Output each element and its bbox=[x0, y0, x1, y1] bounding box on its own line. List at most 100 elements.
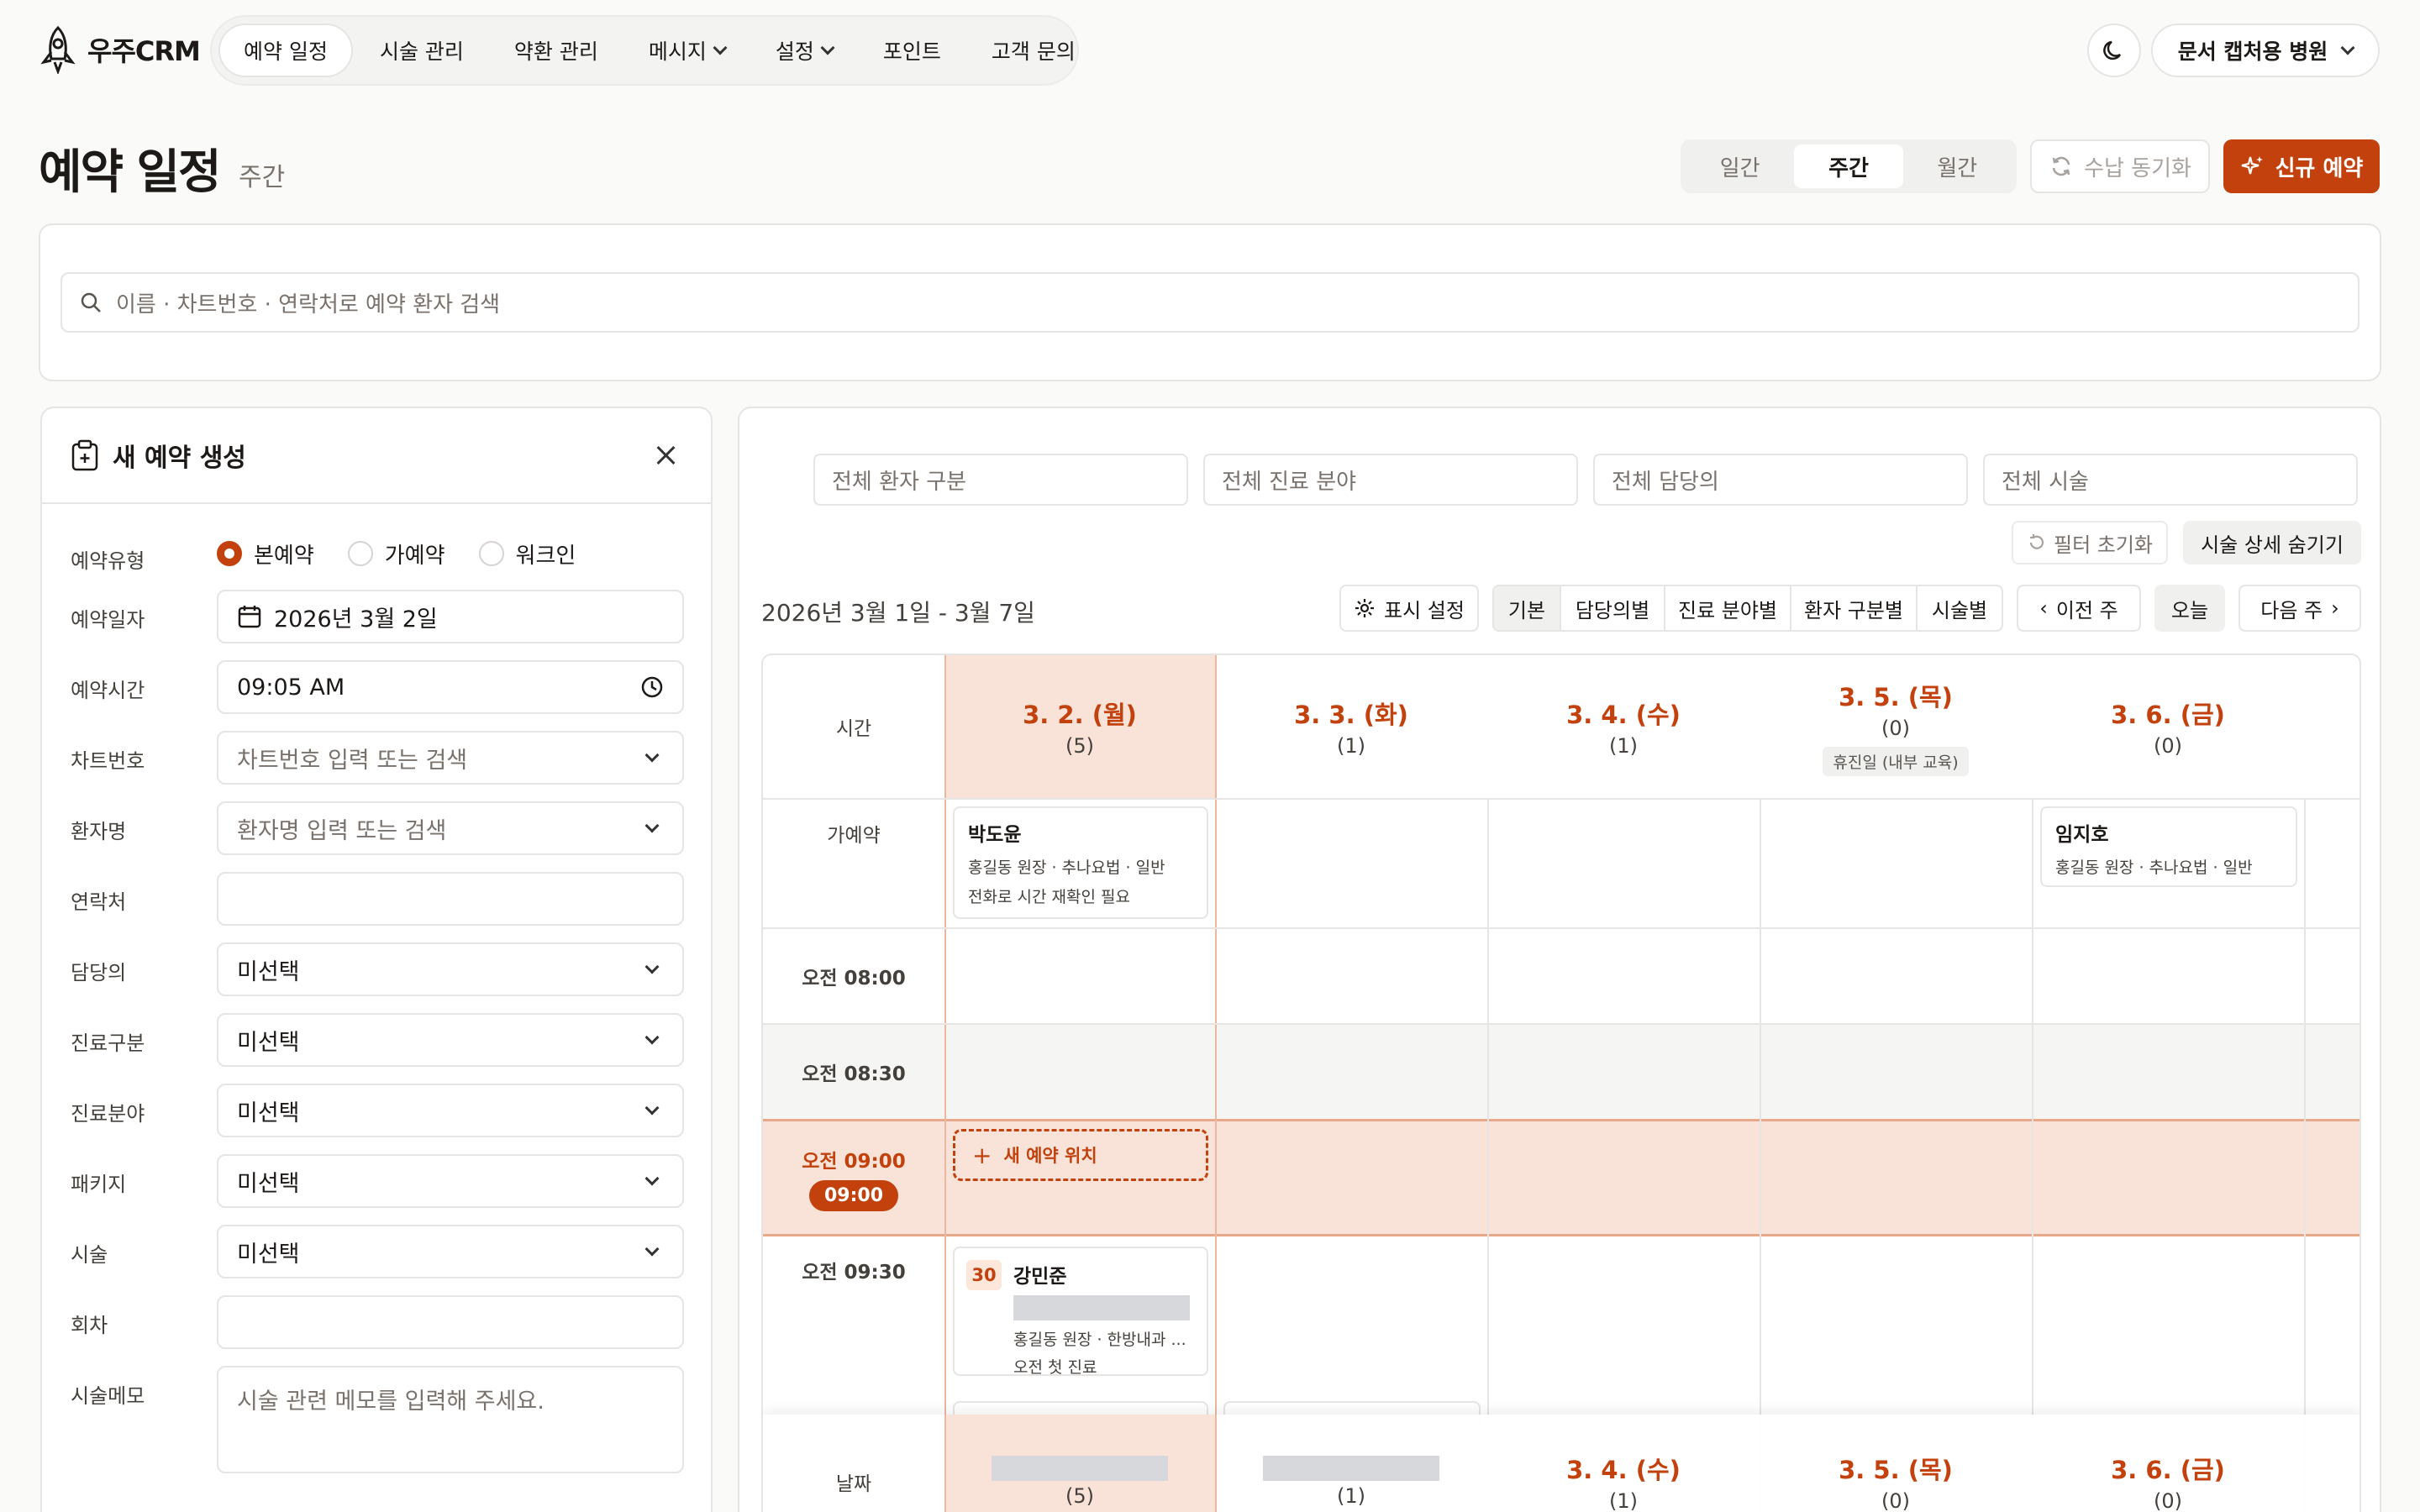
new-appointment-panel: 새 예약 생성 예약유형 본예약 가예약 워크인 예약일자 2026년 3월 2… bbox=[40, 407, 713, 1512]
footer-day-thu: 3. 5. (목) (0) bbox=[1839, 1456, 1953, 1512]
day-header-wed[interactable]: 3. 4. (수) (1) bbox=[1487, 655, 1760, 798]
radio-tentative[interactable]: 가예약 bbox=[347, 538, 445, 570]
procedure-label: 시술 bbox=[71, 1243, 108, 1267]
procedure-select[interactable]: 미선택 bbox=[217, 1225, 684, 1278]
date-field[interactable]: 2026년 3월 2일 bbox=[217, 590, 684, 643]
day-header-tue[interactable]: 3. 3. (화) (1) bbox=[1215, 655, 1487, 798]
mode-by-procedure[interactable]: 시술별 bbox=[1918, 586, 2002, 630]
category-label: 진료구분 bbox=[71, 1032, 145, 1055]
mode-by-field[interactable]: 진료 분야별 bbox=[1665, 586, 1791, 630]
moon-icon bbox=[2103, 40, 2122, 60]
reset-icon bbox=[2029, 534, 2044, 549]
search-card: 이름 · 차트번호 · 연락처로 예약 환자 검색 bbox=[39, 223, 2381, 381]
row-label-0900: 오전 09:00 09:00 bbox=[763, 1121, 944, 1234]
session-field[interactable] bbox=[217, 1295, 684, 1349]
mode-by-doctor[interactable]: 담당의별 bbox=[1561, 586, 1665, 630]
row-label-0800: 오전 08:00 bbox=[802, 968, 906, 990]
doctor-label: 담당의 bbox=[71, 961, 127, 984]
chevron-down-icon bbox=[2340, 40, 2355, 55]
patient-type-filter[interactable]: 전체 환자 구분 bbox=[813, 454, 1188, 506]
radio-dot bbox=[478, 541, 504, 566]
mode-by-patient-type[interactable]: 환자 구분별 bbox=[1791, 586, 1918, 630]
grid-line bbox=[763, 927, 2360, 929]
doctor-select[interactable]: 미선택 bbox=[217, 942, 684, 996]
procedure-memo-textarea[interactable]: 시술 관련 메모를 입력해 주세요. bbox=[217, 1366, 684, 1473]
phone-field[interactable] bbox=[217, 872, 684, 926]
day-header-fri[interactable]: 3. 6. (금) (0) bbox=[2032, 655, 2304, 798]
category-select[interactable]: 미선택 bbox=[217, 1013, 684, 1067]
radio-confirmed[interactable]: 본예약 bbox=[217, 538, 314, 570]
patient-name-field[interactable]: 환자명 입력 또는 검색 bbox=[217, 801, 684, 855]
clinic-selector[interactable]: 문서 캡처용 병원 bbox=[2151, 24, 2380, 77]
view-month-tab[interactable]: 월간 bbox=[1903, 144, 2012, 188]
nav-item-messages[interactable]: 메시지 bbox=[625, 24, 749, 77]
phone-label: 연락처 bbox=[71, 890, 127, 914]
time-field[interactable]: 09:05 AM bbox=[217, 660, 684, 714]
current-time-badge: 09:00 bbox=[808, 1179, 899, 1211]
field-select[interactable]: 미선택 bbox=[217, 1084, 684, 1137]
doctor-filter[interactable]: 전체 담당의 bbox=[1593, 454, 1968, 506]
memo-label: 시술메모 bbox=[71, 1384, 145, 1408]
radio-dot bbox=[217, 541, 242, 566]
calendar-panel: 전체 환자 구분 전체 진료 분야 전체 담당의 전체 시술 필터 초기화 시술… bbox=[738, 407, 2381, 1512]
nav-item-support[interactable]: 고객 문의 bbox=[968, 24, 1099, 77]
grid-line bbox=[2032, 798, 2033, 1512]
radio-dot bbox=[347, 541, 373, 566]
day-header-thu[interactable]: 3. 5. (목) (0) 휴진일 (내부 교육) bbox=[1760, 655, 2032, 798]
chevron-left-icon: ‹ bbox=[2039, 596, 2048, 620]
field-label: 진료분야 bbox=[71, 1102, 145, 1126]
time-label: 예약시간 bbox=[71, 679, 145, 702]
appointment-card[interactable]: 박도윤 홍길동 원장 · 추나요법 · 일반 전화로 시간 재확인 필요 bbox=[953, 806, 1208, 919]
chevron-down-icon bbox=[644, 1171, 660, 1186]
next-week-button[interactable]: 다음 주 › bbox=[2238, 585, 2361, 632]
filter-reset-button[interactable]: 필터 초기화 bbox=[2012, 521, 2168, 564]
nav-item-refunds[interactable]: 약환 관리 bbox=[491, 24, 622, 77]
view-week-tab[interactable]: 주간 bbox=[1794, 144, 1903, 188]
page-subtitle: 주간 bbox=[239, 163, 286, 192]
clock-icon bbox=[641, 676, 663, 698]
redacted-block bbox=[1263, 1456, 1439, 1481]
footer-day-fri: 3. 6. (금) (0) bbox=[2111, 1456, 2225, 1512]
mode-default[interactable]: 기본 bbox=[1494, 586, 1561, 630]
prev-week-button[interactable]: ‹ 이전 주 bbox=[2017, 585, 2141, 632]
new-appointment-button[interactable]: 신규 예약 bbox=[2223, 139, 2380, 193]
new-appointment-slot[interactable]: + 새 예약 위치 bbox=[953, 1129, 1208, 1181]
close-icon[interactable] bbox=[649, 438, 682, 472]
row-label-0930: 오전 09:30 bbox=[802, 1262, 906, 1284]
patient-search-input[interactable]: 이름 · 차트번호 · 연락처로 예약 환자 검색 bbox=[60, 272, 2360, 333]
nav-item-procedures[interactable]: 시술 관리 bbox=[356, 24, 487, 77]
appointment-card[interactable]: 임지호 홍길동 원장 · 추나요법 · 일반 bbox=[2040, 806, 2297, 887]
type-label: 예약유형 bbox=[71, 549, 145, 573]
appointment-card[interactable]: 30 강민준 홍길동 원장 · 한방내과 ... 오전 첫 진료 bbox=[953, 1247, 1208, 1377]
package-label: 패키지 bbox=[71, 1173, 127, 1196]
today-button[interactable]: 오늘 bbox=[2154, 585, 2225, 632]
day-header-mon[interactable]: 3. 2. (월) (5) bbox=[944, 655, 1215, 798]
nav-item-settings[interactable]: 설정 bbox=[752, 24, 856, 77]
nav-item-schedule[interactable]: 예약 일정 bbox=[218, 24, 353, 77]
chevron-down-icon bbox=[644, 748, 660, 763]
type-radio-group: 본예약 가예약 워크인 bbox=[217, 533, 576, 575]
payment-sync-button[interactable]: 수납 동기화 bbox=[2030, 139, 2210, 193]
footer-day-mon: (5) bbox=[944, 1415, 1215, 1512]
page-title: 예약 일정 bbox=[39, 145, 222, 200]
radio-walkin[interactable]: 워크인 bbox=[478, 538, 576, 570]
chevron-down-icon bbox=[713, 40, 728, 55]
grid-line bbox=[763, 798, 2360, 800]
holiday-badge: 휴진일 (내부 교육) bbox=[1823, 746, 1969, 776]
theme-toggle-button[interactable] bbox=[2087, 24, 2141, 77]
hide-detail-button[interactable]: 시술 상세 숨기기 bbox=[2183, 521, 2361, 564]
chevron-down-icon bbox=[644, 959, 660, 974]
group-mode-switch: 기본 담당의별 진료 분야별 환자 구분별 시술별 bbox=[1492, 585, 2003, 632]
row-label-0830: 오전 08:30 bbox=[802, 1063, 906, 1085]
display-settings-button[interactable]: 표시 설정 bbox=[1339, 585, 1479, 632]
view-day-tab[interactable]: 일간 bbox=[1686, 144, 1794, 188]
package-select[interactable]: 미선택 bbox=[217, 1154, 684, 1208]
app-logo[interactable]: 우주CRM bbox=[37, 24, 201, 76]
date-label: 예약일자 bbox=[71, 608, 145, 632]
main-nav: 예약 일정 시술 관리 약환 관리 메시지 설정 포인트 고객 문의 bbox=[210, 15, 1079, 86]
nav-item-points[interactable]: 포인트 bbox=[860, 24, 965, 77]
chart-number-field[interactable]: 차트번호 입력 또는 검색 bbox=[217, 731, 684, 785]
gear-icon bbox=[1355, 599, 1375, 617]
procedure-filter[interactable]: 전체 시술 bbox=[1983, 454, 2358, 506]
field-filter[interactable]: 전체 진료 분야 bbox=[1203, 454, 1578, 506]
